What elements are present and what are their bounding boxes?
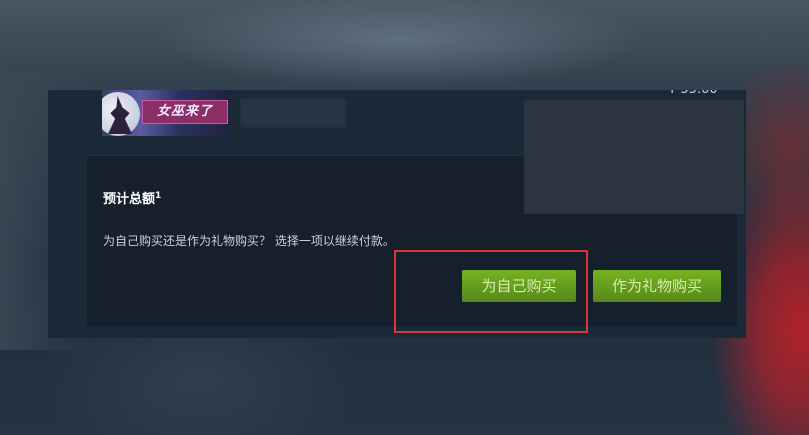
game-title-obscured bbox=[240, 98, 346, 128]
footnote-marker: 1 bbox=[155, 191, 162, 201]
annotation-highlight-box bbox=[394, 250, 588, 333]
estimated-total-label: 预计总额1 bbox=[103, 188, 161, 207]
purchase-type-prompt: 为自己购买还是作为礼物购买？ 选择一项以继续付款。 bbox=[103, 234, 395, 248]
game-thumbnail[interactable]: 女巫来了 bbox=[102, 90, 230, 136]
game-price: ¥ 55.00 bbox=[668, 90, 724, 100]
game-logo-text: 女巫来了 bbox=[142, 100, 228, 124]
buy-as-gift-button[interactable]: 作为礼物购买 bbox=[593, 270, 721, 302]
obscured-overlay bbox=[524, 100, 744, 214]
estimated-total-text: 预计总额 bbox=[103, 192, 156, 207]
